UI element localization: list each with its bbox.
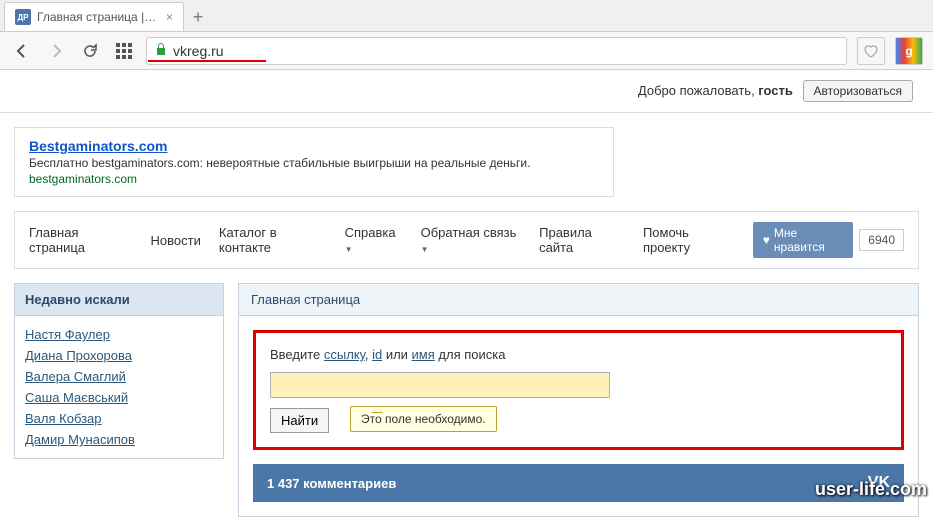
lock-icon — [155, 42, 167, 59]
apps-button[interactable] — [112, 39, 136, 63]
validation-tooltip: Это поле необходимо. — [350, 406, 497, 432]
nav-feedback[interactable]: Обратная связь — [421, 225, 522, 255]
login-button[interactable]: Авторизоваться — [803, 80, 913, 102]
back-button[interactable] — [10, 39, 34, 63]
url-text: vkreg.ru — [173, 43, 224, 59]
recent-search-link[interactable]: Валера Смаглий — [25, 366, 213, 387]
page-content: Добро пожаловать, гость Авторизоваться B… — [0, 70, 933, 517]
browser-tab[interactable]: ДР Главная страница | Дата р × — [4, 2, 184, 31]
browser-tab-strip: ДР Главная страница | Дата р × + — [0, 0, 933, 32]
nav-rules[interactable]: Правила сайта — [539, 225, 625, 255]
search-label: Введите ссылку, id или имя для поиска — [270, 347, 887, 362]
apps-grid-icon — [116, 43, 132, 59]
tab-close-icon[interactable]: × — [166, 10, 173, 24]
tab-title: Главная страница | Дата р — [37, 10, 158, 24]
link-imya[interactable]: имя — [412, 347, 435, 362]
nav-news[interactable]: Новости — [151, 233, 201, 248]
recent-search-link[interactable]: Валя Кобзар — [25, 408, 213, 429]
ad-block[interactable]: Bestgaminators.com Бесплатно bestgaminat… — [14, 127, 614, 197]
like-count: 6940 — [859, 229, 904, 251]
ad-title[interactable]: Bestgaminators.com — [29, 138, 599, 154]
new-tab-button[interactable]: + — [184, 3, 212, 31]
reload-button[interactable] — [78, 39, 102, 63]
find-button[interactable]: Найти — [270, 408, 329, 433]
main-nav: Главная страница Новости Каталог в конта… — [14, 211, 919, 269]
welcome-text: Добро пожаловать, — [638, 83, 758, 98]
nav-home[interactable]: Главная страница — [29, 225, 133, 255]
bookmark-button[interactable] — [857, 37, 885, 65]
nav-catalog[interactable]: Каталог в контакте — [219, 225, 327, 255]
ad-url: bestgaminators.com — [29, 172, 599, 186]
comments-header[interactable]: 1 437 комментариев VK — [253, 464, 904, 502]
recent-search-link[interactable]: Дамир Мунасипов — [25, 429, 213, 450]
recent-search-link[interactable]: Саша Маєвський — [25, 387, 213, 408]
watermark: user-life.com — [815, 479, 927, 500]
like-label: Мне нравится — [774, 226, 843, 254]
comments-count: 1 437 комментариев — [267, 476, 396, 491]
highlight-underline — [148, 60, 266, 62]
browser-toolbar: vkreg.ru g — [0, 32, 933, 70]
link-id[interactable]: id — [372, 347, 382, 362]
nav-help[interactable]: Справка — [345, 225, 403, 255]
sidebar-title: Недавно искали — [15, 284, 223, 316]
forward-button[interactable] — [44, 39, 68, 63]
recent-search-link[interactable]: Диана Прохорова — [25, 345, 213, 366]
sidebar: Недавно искали Настя Фаулер Диана Прохор… — [14, 283, 224, 459]
heart-icon: ♥ — [763, 233, 770, 247]
recent-search-link[interactable]: Настя Фаулер — [25, 324, 213, 345]
like-button[interactable]: ♥ Мне нравится — [753, 222, 854, 258]
welcome-bar: Добро пожаловать, гость Авторизоваться — [0, 70, 933, 113]
search-input[interactable] — [270, 372, 610, 398]
guest-label: гость — [758, 83, 793, 98]
google-search-button[interactable]: g — [895, 37, 923, 65]
main-title: Главная страница — [239, 284, 918, 316]
link-ssylku[interactable]: ссылку — [324, 347, 365, 362]
ad-description: Бесплатно bestgaminators.com: невероятны… — [29, 156, 599, 170]
search-block: Введите ссылку, id или имя для поиска На… — [253, 330, 904, 450]
tab-favicon: ДР — [15, 9, 31, 25]
nav-support[interactable]: Помочь проекту — [643, 225, 735, 255]
